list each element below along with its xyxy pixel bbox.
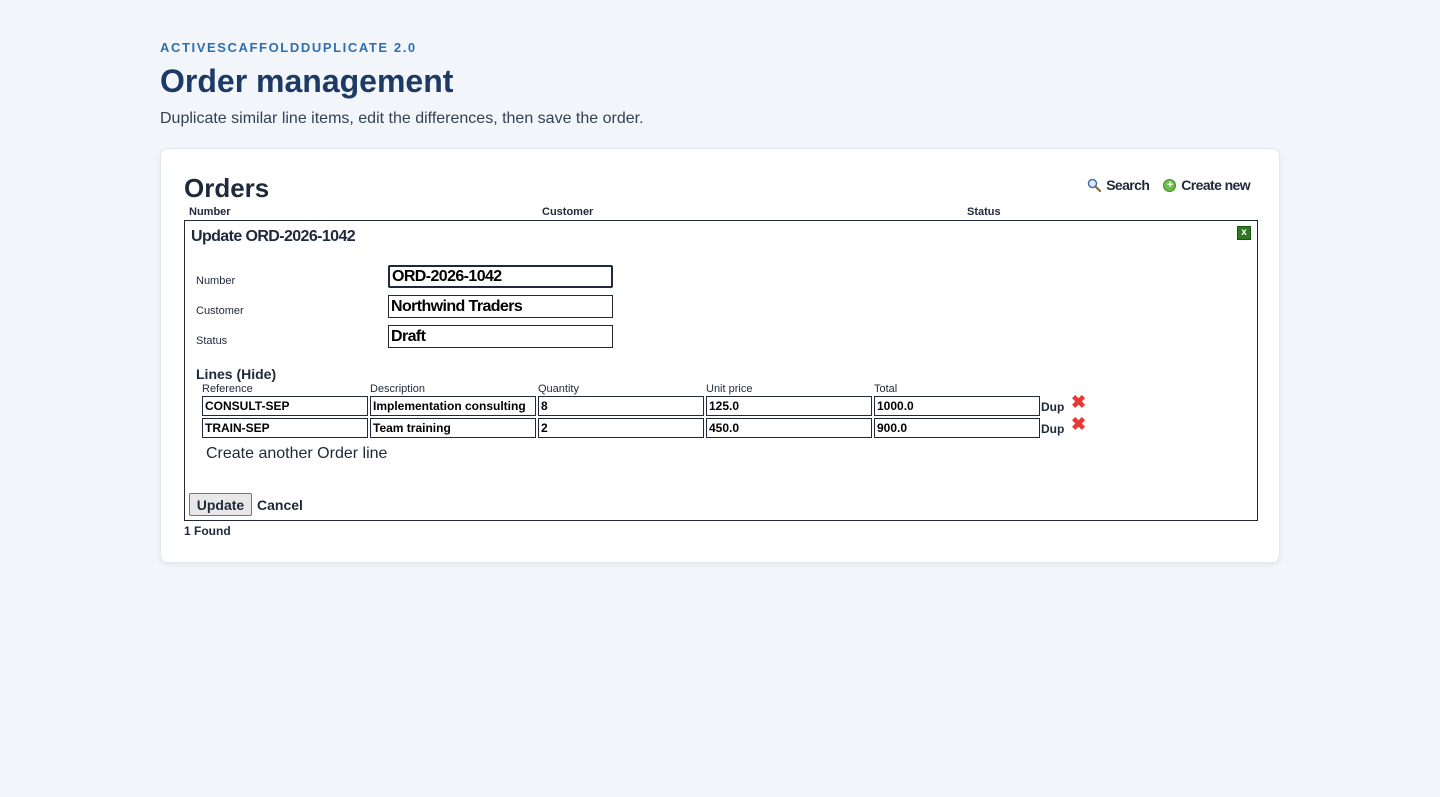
create-order-line-link[interactable]: Create another Order line — [206, 445, 387, 463]
line-unit-price-input[interactable]: 450.0 — [706, 418, 872, 438]
delete-icon[interactable]: ✖ — [1071, 393, 1086, 411]
line-description-input[interactable]: Implementation consulting — [370, 396, 536, 416]
form-title: Update ORD-2026-1042 — [191, 228, 356, 245]
orders-title: Orders — [184, 173, 270, 203]
app-eyebrow: ACTIVESCAFFOLDDUPLICATE 2.0 — [160, 40, 417, 55]
update-button[interactable]: Update — [189, 493, 252, 516]
page-header: ACTIVESCAFFOLDDUPLICATE 2.0 Order manage… — [160, 40, 644, 128]
line-quantity-input[interactable]: 2 — [538, 418, 704, 438]
line-quantity-input[interactable]: 8 — [538, 396, 704, 416]
line-row: TRAIN-SEP Team training 2 450.0 900.0 Du… — [202, 415, 1102, 438]
line-description-input[interactable]: Team training — [370, 418, 536, 438]
create-new-link[interactable]: + Create new — [1163, 177, 1251, 193]
plus-circle-icon: + — [1163, 178, 1177, 192]
search-link[interactable]: Search — [1087, 177, 1150, 193]
line-total-input[interactable]: 900.0 — [874, 418, 1040, 438]
lines-toggle[interactable]: Lines (Hide) — [196, 366, 276, 382]
customer-input[interactable] — [388, 295, 613, 318]
lines-column-headers: Reference Description Quantity Unit pric… — [202, 383, 1102, 395]
line-header-quantity: Quantity — [538, 383, 579, 395]
update-order-form: Update ORD-2026-1042 x Number Customer S… — [184, 220, 1258, 521]
line-header-unit-price: Unit price — [706, 383, 753, 395]
line-reference-input[interactable]: CONSULT-SEP — [202, 396, 368, 416]
number-input[interactable] — [388, 265, 613, 288]
number-label: Number — [196, 275, 236, 287]
cancel-link[interactable]: Cancel — [257, 497, 303, 513]
orders-actions: Search + Create new — [1087, 177, 1251, 193]
line-total-input[interactable]: 1000.0 — [874, 396, 1040, 416]
delete-icon[interactable]: ✖ — [1071, 415, 1086, 433]
page-subtitle: Duplicate similar line items, edit the d… — [160, 110, 644, 127]
close-icon[interactable]: x — [1237, 226, 1251, 240]
orders-card: Orders Search + Create new Number Custom… — [160, 148, 1280, 563]
line-row: CONSULT-SEP Implementation consulting 8 … — [202, 393, 1102, 416]
status-label: Status — [196, 335, 228, 347]
search-label: Search — [1106, 177, 1150, 193]
duplicate-line-link[interactable]: Dup — [1041, 400, 1064, 414]
results-count: 1 Found — [184, 524, 231, 538]
column-header-status[interactable]: Status — [967, 206, 1001, 218]
duplicate-line-link[interactable]: Dup — [1041, 422, 1064, 436]
customer-label: Customer — [196, 305, 244, 317]
line-reference-input[interactable]: TRAIN-SEP — [202, 418, 368, 438]
line-unit-price-input[interactable]: 125.0 — [706, 396, 872, 416]
orders-column-headers: Number Customer Status — [189, 206, 1249, 220]
status-input[interactable] — [388, 325, 613, 348]
line-header-description: Description — [370, 383, 426, 395]
page-title: Order management — [160, 63, 454, 99]
column-header-number[interactable]: Number — [189, 206, 231, 218]
search-icon — [1087, 178, 1102, 192]
line-header-total: Total — [874, 383, 898, 395]
create-new-label: Create new — [1181, 177, 1250, 193]
line-header-reference: Reference — [202, 383, 253, 395]
column-header-customer[interactable]: Customer — [542, 206, 593, 218]
